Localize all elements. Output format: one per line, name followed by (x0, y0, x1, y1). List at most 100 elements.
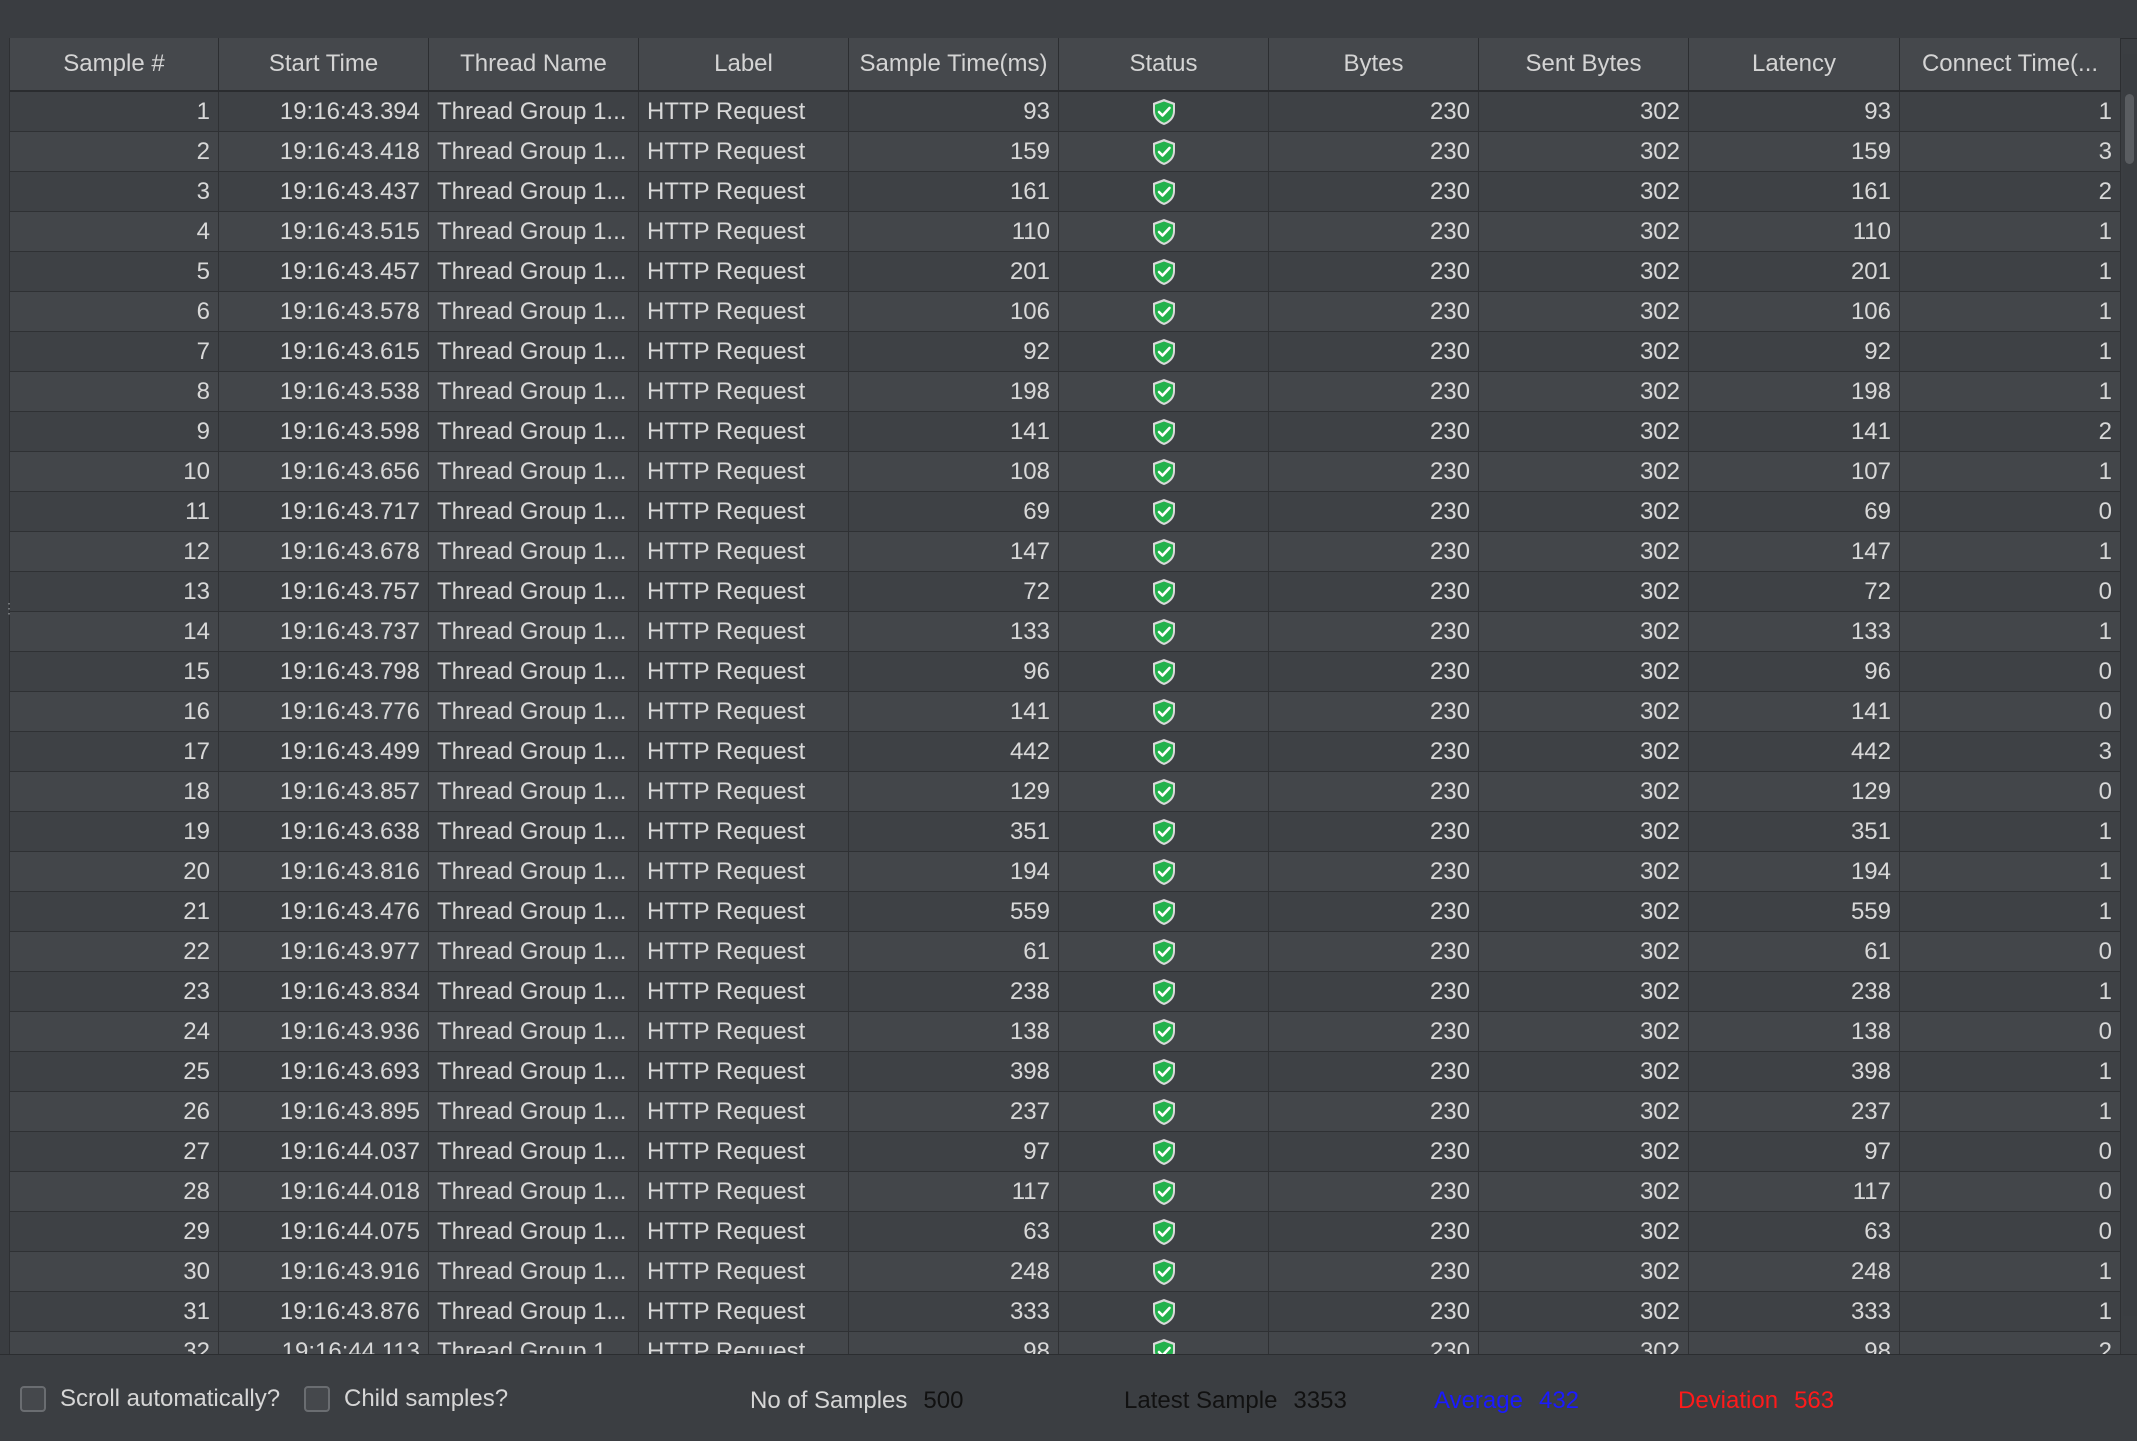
cell-latency: 107 (1689, 452, 1900, 491)
table-row[interactable]: 8 19:16:43.538 Thread Group 1... HTTP Reque… (10, 372, 2121, 412)
table-row[interactable]: 7 19:16:43.615 Thread Group 1... HTTP Reque… (10, 332, 2121, 372)
cell-bytes: 230 (1269, 1052, 1479, 1091)
cell-sent-bytes: 302 (1479, 252, 1689, 291)
table-row[interactable]: 28 19:16:44.018 Thread Group 1... HTTP Requ… (10, 1172, 2121, 1212)
scroll-automatically-label: Scroll automatically? (60, 1385, 281, 1412)
table-row[interactable]: 25 19:16:43.693 Thread Group 1... HTTP Requ… (10, 1052, 2121, 1092)
cell-sample-number: 3 (10, 172, 219, 211)
cell-sample-number: 30 (10, 1252, 219, 1291)
column-header-connect-time[interactable]: Connect Time(... (1900, 38, 2121, 90)
table-row[interactable]: 30 19:16:43.916 Thread Group 1... HTTP Requ… (10, 1252, 2121, 1292)
table-row[interactable]: 17 19:16:43.499 Thread Group 1... HTTP Requ… (10, 732, 2121, 772)
deviation-value: 563 (1794, 1387, 1835, 1414)
cell-sample-number: 32 (10, 1332, 219, 1354)
cell-sample-number: 5 (10, 252, 219, 291)
success-shield-icon (1059, 1172, 1269, 1211)
splitter-handle[interactable]: ⋮ (0, 38, 16, 1354)
cell-connect-time: 1 (1900, 1252, 2121, 1291)
cell-sample-time: 351 (849, 812, 1059, 851)
samples-count: No of Samples 500 (750, 1387, 963, 1415)
cell-connect-time: 1 (1900, 1052, 2121, 1091)
checkbox-box[interactable] (20, 1386, 46, 1412)
cell-start-time: 19:16:43.857 (219, 772, 429, 811)
table-row[interactable]: 22 19:16:43.977 Thread Group 1... HTTP Requ… (10, 932, 2121, 972)
column-header-status[interactable]: Status (1059, 38, 1269, 90)
cell-bytes: 230 (1269, 1292, 1479, 1331)
cell-bytes: 230 (1269, 1252, 1479, 1291)
table-row[interactable]: 12 19:16:43.678 Thread Group 1... HTTP Requ… (10, 532, 2121, 572)
table-row[interactable]: 24 19:16:43.936 Thread Group 1... HTTP Requ… (10, 1012, 2121, 1052)
cell-sample-number: 16 (10, 692, 219, 731)
cell-latency: 159 (1689, 132, 1900, 171)
table-row[interactable]: 2 19:16:43.418 Thread Group 1... HTTP Reque… (10, 132, 2121, 172)
cell-connect-time: 2 (1900, 412, 2121, 451)
cell-bytes: 230 (1269, 132, 1479, 171)
cell-latency: 194 (1689, 852, 1900, 891)
cell-label: HTTP Request (639, 972, 849, 1011)
scrollbar-thumb[interactable] (2125, 94, 2134, 164)
table-row[interactable]: 4 19:16:43.515 Thread Group 1... HTTP Reque… (10, 212, 2121, 252)
column-header-thread-name[interactable]: Thread Name (429, 38, 639, 90)
cell-thread-name: Thread Group 1... (429, 1172, 639, 1211)
cell-latency: 442 (1689, 732, 1900, 771)
table-row[interactable]: 6 19:16:43.578 Thread Group 1... HTTP Reque… (10, 292, 2121, 332)
cell-sent-bytes: 302 (1479, 492, 1689, 531)
cell-thread-name: Thread Group 1... (429, 92, 639, 131)
table-row[interactable]: 27 19:16:44.037 Thread Group 1... HTTP Requ… (10, 1132, 2121, 1172)
cell-connect-time: 1 (1900, 92, 2121, 131)
table-row[interactable]: 32 19:16:44.113 Thread Group 1... HTTP Requ… (10, 1332, 2121, 1354)
cell-start-time: 19:16:43.615 (219, 332, 429, 371)
success-shield-icon (1059, 1012, 1269, 1051)
cell-start-time: 19:16:43.598 (219, 412, 429, 451)
table-row[interactable]: 3 19:16:43.437 Thread Group 1... HTTP Reque… (10, 172, 2121, 212)
success-shield-icon (1059, 692, 1269, 731)
column-header-start-time[interactable]: Start Time (219, 38, 429, 90)
cell-sample-number: 23 (10, 972, 219, 1011)
table-row[interactable]: 14 19:16:43.737 Thread Group 1... HTTP Requ… (10, 612, 2121, 652)
cell-start-time: 19:16:43.876 (219, 1292, 429, 1331)
cell-start-time: 19:16:44.113 (219, 1332, 429, 1354)
child-samples-checkbox[interactable]: Child samples? (304, 1385, 508, 1413)
table-row[interactable]: 11 19:16:43.717 Thread Group 1... HTTP Requ… (10, 492, 2121, 532)
table-row[interactable]: 20 19:16:43.816 Thread Group 1... HTTP Requ… (10, 852, 2121, 892)
column-header-sent-bytes[interactable]: Sent Bytes (1479, 38, 1689, 90)
checkbox-box[interactable] (304, 1386, 330, 1412)
cell-sent-bytes: 302 (1479, 692, 1689, 731)
cell-thread-name: Thread Group 1... (429, 1252, 639, 1291)
vertical-scrollbar[interactable] (2123, 54, 2137, 1316)
column-header-latency[interactable]: Latency (1689, 38, 1900, 90)
cell-bytes: 230 (1269, 812, 1479, 851)
column-header-label[interactable]: Label (639, 38, 849, 90)
table-row[interactable]: 13 19:16:43.757 Thread Group 1... HTTP Requ… (10, 572, 2121, 612)
table-row[interactable]: 21 19:16:43.476 Thread Group 1... HTTP Requ… (10, 892, 2121, 932)
cell-bytes: 230 (1269, 1212, 1479, 1251)
table-row[interactable]: 15 19:16:43.798 Thread Group 1... HTTP Requ… (10, 652, 2121, 692)
success-shield-icon (1059, 92, 1269, 131)
cell-connect-time: 0 (1900, 652, 2121, 691)
scroll-automatically-checkbox[interactable]: Scroll automatically? (20, 1385, 280, 1413)
table-row[interactable]: 10 19:16:43.656 Thread Group 1... HTTP Requ… (10, 452, 2121, 492)
cell-sample-time: 98 (849, 1332, 1059, 1354)
cell-sent-bytes: 302 (1479, 892, 1689, 931)
table-row[interactable]: 23 19:16:43.834 Thread Group 1... HTTP Requ… (10, 972, 2121, 1012)
table-row[interactable]: 26 19:16:43.895 Thread Group 1... HTTP Requ… (10, 1092, 2121, 1132)
cell-bytes: 230 (1269, 1132, 1479, 1171)
table-row[interactable]: 29 19:16:44.075 Thread Group 1... HTTP Requ… (10, 1212, 2121, 1252)
cell-thread-name: Thread Group 1... (429, 612, 639, 651)
success-shield-icon (1059, 292, 1269, 331)
table-row[interactable]: 5 19:16:43.457 Thread Group 1... HTTP Reque… (10, 252, 2121, 292)
cell-label: HTTP Request (639, 1012, 849, 1051)
cell-sent-bytes: 302 (1479, 572, 1689, 611)
table-row[interactable]: 1 19:16:43.394 Thread Group 1... HTTP Reque… (10, 92, 2121, 132)
table-row[interactable]: 16 19:16:43.776 Thread Group 1... HTTP Requ… (10, 692, 2121, 732)
cell-sent-bytes: 302 (1479, 652, 1689, 691)
cell-connect-time: 1 (1900, 1092, 2121, 1131)
table-row[interactable]: 31 19:16:43.876 Thread Group 1... HTTP Requ… (10, 1292, 2121, 1332)
column-header-sample-number[interactable]: Sample # (10, 38, 219, 90)
table-row[interactable]: 18 19:16:43.857 Thread Group 1... HTTP Requ… (10, 772, 2121, 812)
cell-sample-time: 61 (849, 932, 1059, 971)
column-header-sample-time[interactable]: Sample Time(ms) (849, 38, 1059, 90)
table-row[interactable]: 9 19:16:43.598 Thread Group 1... HTTP Reque… (10, 412, 2121, 452)
column-header-bytes[interactable]: Bytes (1269, 38, 1479, 90)
table-row[interactable]: 19 19:16:43.638 Thread Group 1... HTTP Requ… (10, 812, 2121, 852)
